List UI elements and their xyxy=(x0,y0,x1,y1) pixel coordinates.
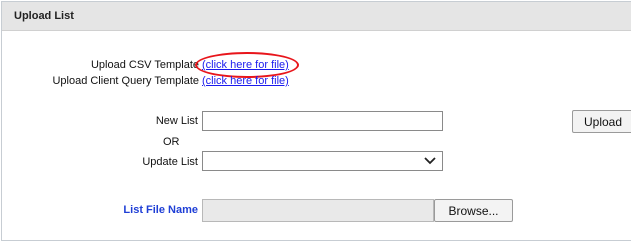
upload-list-panel: Upload List Upload CSV Template (click h… xyxy=(1,1,631,241)
update-list-label: Update List xyxy=(142,156,198,168)
panel-title: Upload List xyxy=(14,10,74,22)
or-separator: OR xyxy=(163,136,180,148)
csv-template-label: Upload CSV Template xyxy=(90,59,199,71)
browse-button[interactable]: Browse... xyxy=(434,199,513,222)
update-list-select[interactable] xyxy=(202,151,443,171)
list-file-name-label: List File Name xyxy=(123,204,198,216)
panel-header: Upload List xyxy=(2,2,631,31)
list-file-name-input xyxy=(202,199,434,222)
upload-button[interactable]: Upload xyxy=(572,110,631,133)
query-template-link[interactable]: (click here for file) xyxy=(202,75,289,87)
chevron-down-icon xyxy=(424,157,436,165)
new-list-label: New List xyxy=(155,115,198,127)
new-list-input[interactable] xyxy=(202,111,443,131)
query-template-label: Upload Client Query Template xyxy=(52,75,199,87)
